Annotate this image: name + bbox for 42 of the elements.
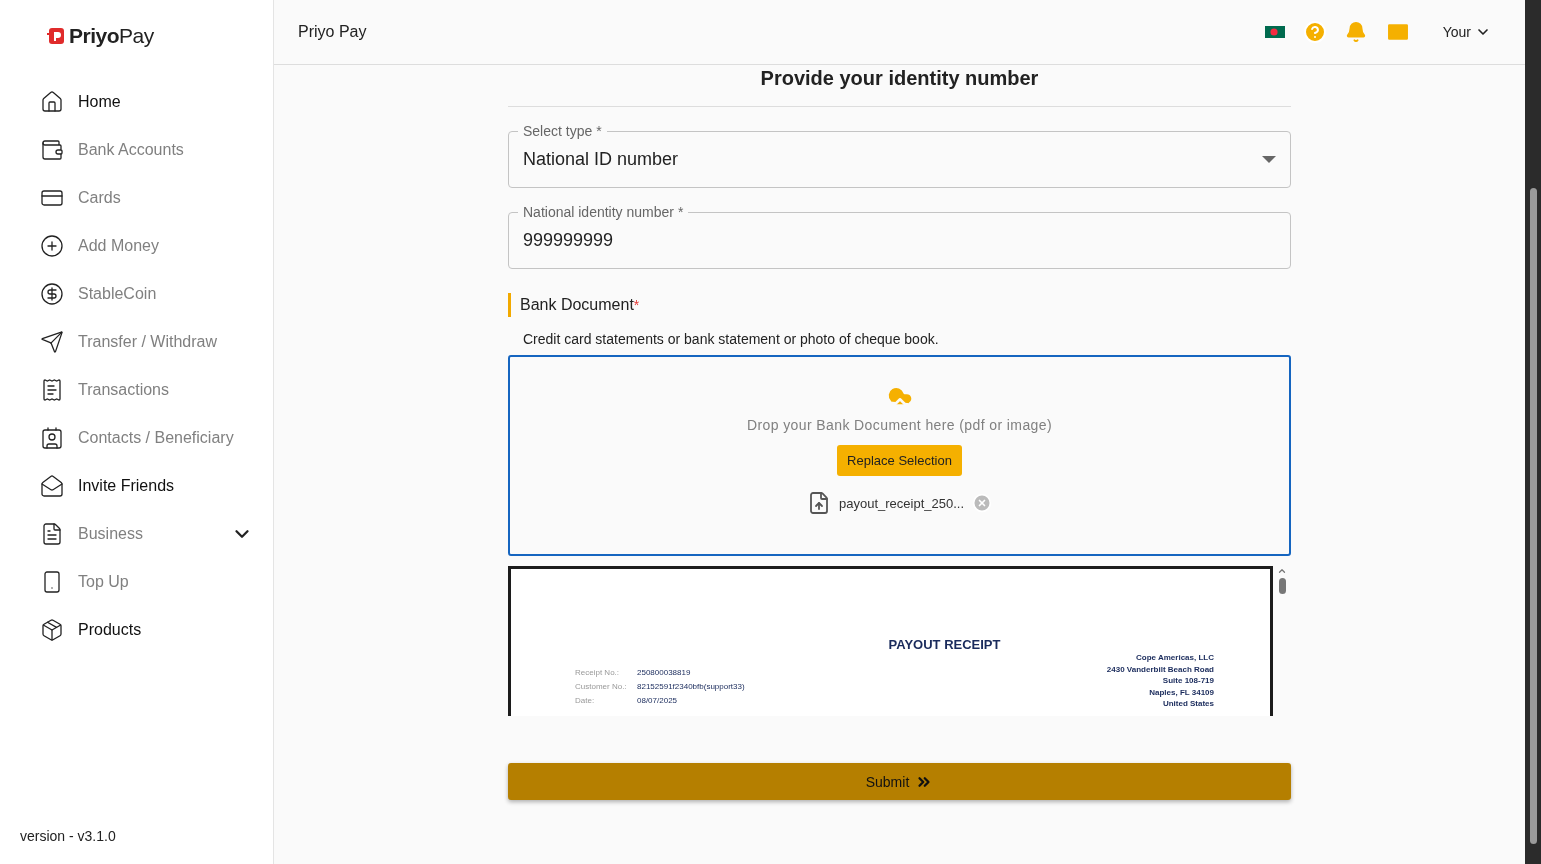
address-line: Naples, FL 34109 (1149, 686, 1214, 699)
receipt-value: 82152591f2340bfb(support33) (637, 682, 745, 693)
version-text: version - v3.1.0 (20, 828, 117, 844)
sidebar-item[interactable]: Invite Friends (0, 462, 273, 510)
address-line: 2430 Vanderbilt Beach Road (1106, 663, 1214, 676)
drop-zone[interactable]: Drop your Bank Document here (pdf or image) Replace Selection payout_receipt_250... (508, 355, 1291, 556)
hint-text: Credit card statements or bank statement or photo of cheque book. (523, 331, 940, 347)
paper-plane-icon (40, 330, 64, 354)
receipt-icon (40, 378, 64, 402)
address-line: Suite 108-719 (1162, 675, 1214, 687)
replace-button[interactable]: Replace Selection (837, 445, 962, 476)
box-icon (40, 618, 64, 642)
receipt-label: Receipt No.: (575, 668, 621, 679)
flag-icon[interactable] (1264, 26, 1285, 38)
wallet-icon (40, 138, 64, 162)
page-title: Priyo Pay (298, 23, 368, 41)
receipt-value: 250800038819 (637, 668, 692, 679)
receipt-label: Customer No.: (575, 682, 628, 693)
drop-text: Drop your Bank Document here (pdf or image) (746, 417, 1053, 433)
submit-button[interactable]: Submit (508, 763, 1291, 800)
form-heading: Provide your identity number (759, 67, 1040, 90)
plus-circle-icon (40, 234, 64, 258)
page-scrollbar[interactable] (1525, 0, 1541, 864)
logo-icon (47, 27, 65, 45)
brand-name: PriyoPay (69, 24, 154, 48)
receipt-title: PAYOUT RECEIPT (887, 637, 1002, 652)
scrollbar-thumb[interactable] (1278, 578, 1286, 594)
dropdown-arrow-icon (1262, 156, 1276, 163)
address-line: United States (1162, 698, 1214, 710)
dollar-coin-icon (40, 282, 64, 306)
receipt-value: 08/07/2025 (637, 695, 679, 707)
document-icon (40, 522, 64, 546)
address-line: Cope Americas, LLC (1136, 652, 1214, 664)
contact-book-icon (40, 426, 64, 450)
user-menu[interactable]: Your (1442, 24, 1491, 40)
house-icon (40, 90, 64, 114)
envelope-icon (40, 474, 64, 498)
receipt-label: Date: (575, 695, 596, 707)
scroll-up-icon[interactable] (1277, 566, 1287, 576)
file-name: payout_receipt_250... (838, 495, 964, 511)
sidebar-item[interactable]: Products (0, 606, 273, 654)
sidebar-item[interactable]: Home (0, 78, 273, 126)
